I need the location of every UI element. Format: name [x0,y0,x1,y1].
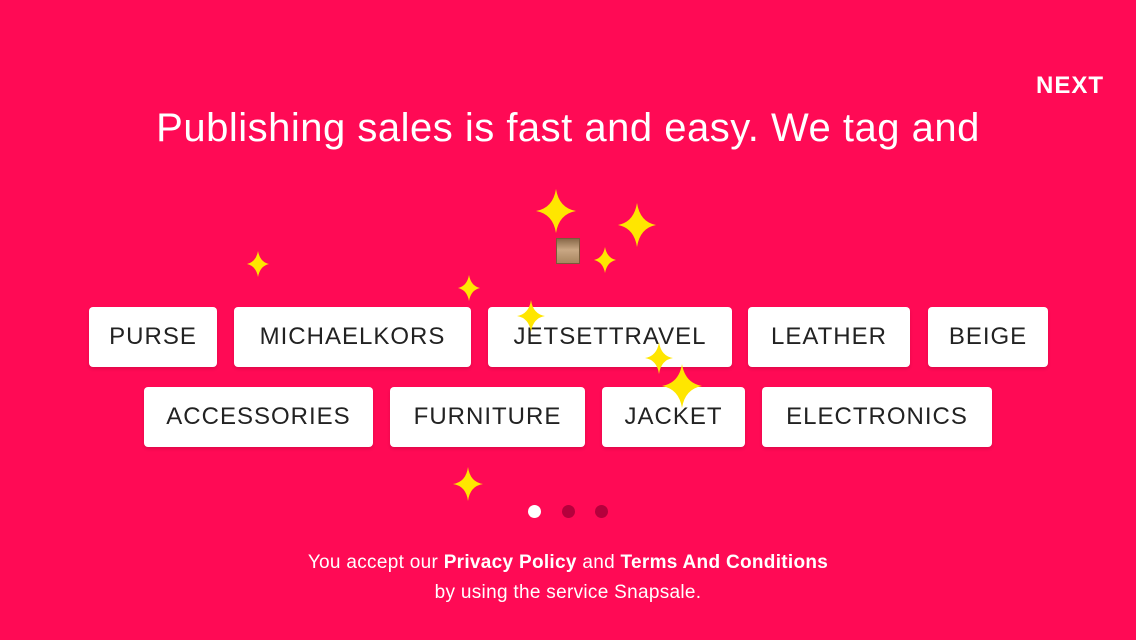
tag-leather[interactable]: LEATHER [748,307,910,367]
terms-link[interactable]: Terms And Conditions [621,552,829,573]
tag-electronics[interactable]: ELECTRONICS [762,387,992,447]
legal-notice: You accept our Privacy Policy and Terms … [0,548,1136,608]
tag-purse[interactable]: PURSE [89,307,217,367]
sparkle-icon [618,203,656,247]
tag-accessories[interactable]: ACCESSORIES [144,387,373,447]
tag-furniture[interactable]: FURNITURE [390,387,585,447]
next-button[interactable]: NEXT [1036,72,1104,100]
legal-and: and [582,552,615,573]
pagination-dots [0,505,1136,523]
sparkle-icon [517,300,545,332]
privacy-policy-link[interactable]: Privacy Policy [444,552,577,573]
tag-beige[interactable]: BEIGE [928,307,1048,367]
sparkle-icon [458,275,480,301]
page-dot-1[interactable] [528,505,542,518]
sparkle-icon [594,247,616,273]
page-dot-2[interactable] [561,505,575,518]
page-dot-3[interactable] [594,505,608,518]
sparkle-icon [247,251,269,277]
tag-michaelkors[interactable]: MICHAELKORS [234,307,471,367]
sparkle-icon [536,189,576,233]
product-thumbnail [556,238,580,264]
sparkle-icon [453,467,483,501]
legal-prefix: You accept our [307,552,439,573]
sparkle-icon [662,364,702,408]
legal-suffix: by using the service Snapsale. [434,582,702,603]
onboarding-headline: Publishing sales is fast and easy. We ta… [156,106,980,150]
